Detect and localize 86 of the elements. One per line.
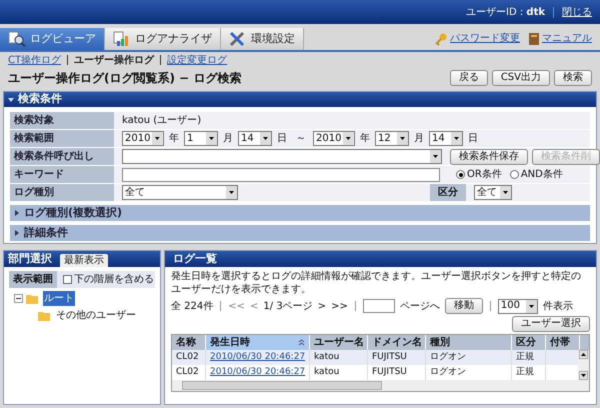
header-link[interactable]: パスワード変更	[450, 31, 520, 46]
horizontal-scrollbar[interactable]	[172, 380, 589, 391]
per-page-label: 件表示	[542, 300, 573, 314]
page-number-field[interactable]	[362, 299, 395, 313]
checkbox[interactable]	[63, 275, 72, 284]
tab[interactable]: ログビューア	[0, 28, 105, 50]
tools-icon	[229, 31, 247, 47]
sub-nav-link[interactable]: CT操作ログ	[8, 52, 62, 68]
tab[interactable]: ログアナライザ	[105, 28, 221, 50]
target-value: katou (ユーザー)	[121, 114, 202, 128]
checkbox-label: 下の階層を含める	[74, 272, 154, 287]
panel-title: ログ一覧	[173, 250, 217, 267]
category-select[interactable]: 全て	[474, 185, 512, 200]
date-select[interactable]: 14	[429, 131, 463, 146]
column-header[interactable]: 発生日時	[206, 335, 310, 350]
saved-condition-select[interactable]	[122, 149, 442, 164]
log-type-select[interactable]: 全て	[122, 185, 238, 200]
refresh-tab[interactable]: 最新表示	[60, 254, 108, 267]
prev-page-link[interactable]: <	[250, 298, 258, 314]
first-page-link[interactable]: <<	[228, 298, 246, 314]
chart-icon	[113, 31, 131, 47]
vertical-scrollbar[interactable]	[578, 350, 589, 380]
expand-arrow-icon	[14, 210, 20, 216]
radio-label: AND条件	[520, 168, 563, 182]
scroll-down-icon[interactable]	[579, 371, 588, 380]
radio-label: OR条件	[467, 168, 502, 182]
date-unit: 年	[360, 132, 370, 146]
field-label: 区分	[430, 184, 466, 201]
date-unit: 日	[468, 132, 478, 146]
per-page-select[interactable]: 100	[498, 298, 538, 314]
collapse-arrow-icon	[8, 96, 14, 102]
section-title: ログ種別(複数選択)	[24, 204, 122, 221]
panel-title: 部門選択	[8, 250, 52, 267]
tree-item[interactable]: その他のユーザー	[55, 308, 137, 323]
date-select[interactable]: 2010	[313, 131, 355, 146]
user-select-button[interactable]: ユーザー選択	[512, 316, 590, 332]
field-label: 検索対象	[10, 112, 114, 129]
description-text: 発生日時を選択するとログの詳細情報が確認できます。ユーザー選択ボタンを押すと特定のユーザーだけを表示できます。	[171, 270, 582, 296]
date-unit: 日	[277, 132, 287, 146]
goto-label: ページへ	[400, 300, 440, 314]
total-count: 全 224件	[171, 300, 214, 314]
date-unit: 月	[414, 132, 424, 146]
field-label: ログ種別	[10, 184, 114, 201]
toolbar-button[interactable]: 戻る	[450, 70, 488, 86]
key-icon	[434, 32, 448, 46]
close-link[interactable]: 閉じる	[562, 4, 592, 20]
folder-icon	[38, 310, 52, 322]
radio-button[interactable]	[510, 170, 519, 179]
collapse-toggle-icon[interactable]	[14, 294, 23, 303]
date-select[interactable]: 1	[184, 131, 218, 146]
date-select[interactable]: 14	[238, 131, 272, 146]
user-id-label: ユーザーID : dtk	[466, 6, 545, 20]
date-unit: 月	[223, 132, 233, 146]
book-icon	[528, 32, 540, 46]
page-indicator: 1/ 3ページ	[263, 300, 313, 314]
sort-icon	[298, 339, 305, 346]
tab[interactable]: 環境設定	[221, 28, 304, 50]
panel-title: 検索条件	[18, 91, 62, 108]
tree-item[interactable]: ルート	[43, 291, 75, 306]
scroll-up-icon[interactable]	[579, 350, 588, 359]
section-title: 詳細条件	[24, 224, 68, 241]
date-select[interactable]: 2010	[122, 131, 164, 146]
field-label: 検索範囲	[10, 130, 114, 147]
keyword-field[interactable]	[122, 168, 440, 182]
page-title: ユーザー操作ログ(ログ閲覧系) − ログ検索	[8, 70, 242, 87]
field-label: 検索条件呼び出し	[10, 148, 114, 165]
next-page-link[interactable]: >	[318, 298, 326, 314]
field-label: キーワード	[10, 166, 114, 183]
move-button[interactable]: 移動	[444, 298, 483, 314]
radio-button[interactable]	[456, 170, 465, 179]
sub-nav-link[interactable]: ユーザー操作ログ	[74, 52, 154, 68]
date-unit: 年	[169, 132, 179, 146]
expand-arrow-icon	[14, 230, 20, 236]
last-page-link[interactable]: >>	[331, 298, 348, 314]
folder-icon	[26, 292, 40, 304]
date-select[interactable]: 12	[375, 131, 409, 146]
magnifier-document-icon	[8, 31, 26, 47]
save-condition-button[interactable]: 検索条件保存	[450, 148, 528, 164]
sub-nav-link[interactable]: 設定変更ログ	[167, 52, 228, 68]
collapsible-section[interactable]: ログ種別(複数選択)	[10, 205, 590, 221]
collapsible-section[interactable]: 詳細条件	[10, 225, 590, 241]
header-link[interactable]: マニュアル	[542, 31, 592, 46]
field-label: 表示範囲	[9, 271, 57, 288]
toolbar-button[interactable]: CSV出力	[492, 70, 550, 86]
range-separator: ～	[296, 132, 306, 146]
toolbar-button[interactable]: 検索	[554, 70, 592, 86]
